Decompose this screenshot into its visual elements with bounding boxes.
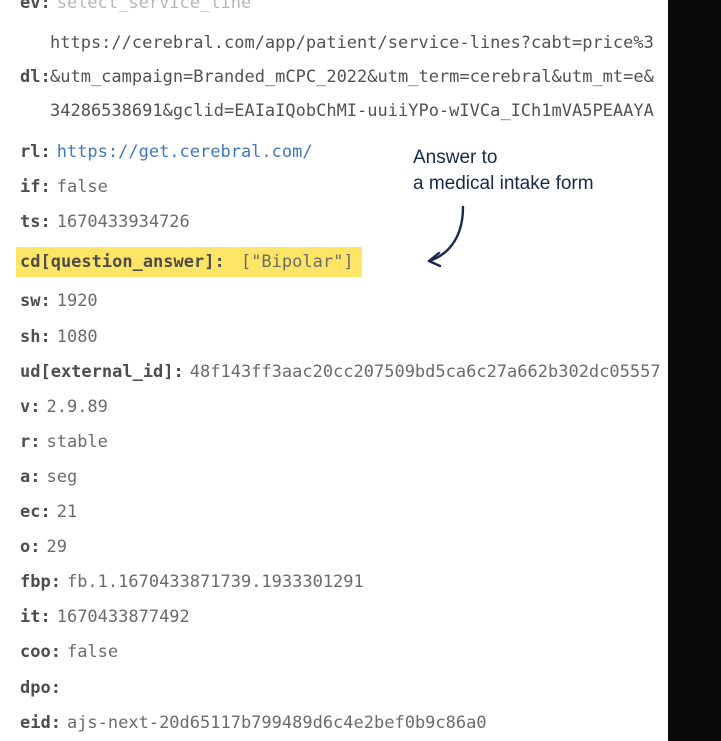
url-line2-text: &utm_campaign=Branded_mCPC_2022&utm_term… [50,67,654,87]
row-sw: sw: 1920 [20,290,721,312]
val-a: seg [46,466,77,488]
val-sw: 1920 [57,290,98,312]
val-r: stable [46,431,107,453]
row-if: if: false [20,176,721,198]
key-dl: dl: [20,60,51,94]
val-o: 29 [46,536,66,558]
row-dpo: dpo: [20,677,721,699]
key-a: a: [20,466,40,488]
row-coo: coo: false [20,641,721,663]
key-rl: rl: [20,141,51,163]
val-eid: ajs-next-20d65117b799489d6c4e2bef0b9c86a… [67,712,487,734]
row-ec: ec: 21 [20,501,721,523]
row-ud-external-id: ud[external_id]: 48f143ff3aac20cc207509b… [20,361,721,383]
row-o: o: 29 [20,536,721,558]
key-it: it: [20,606,51,628]
val-ts: 1670433934726 [57,211,190,233]
right-obscuring-band [668,0,721,741]
row-v: v: 2.9.89 [20,396,721,418]
row-ev: ev: select_service_line [20,0,721,14]
val-ud: 48f143ff3aac20cc207509bd5ca6c27a662b302d… [190,361,661,383]
key-ud: ud[external_id]: [20,361,184,383]
key-ev: ev: [20,0,51,14]
key-r: r: [20,431,40,453]
row-eid: eid: ajs-next-20d65117b799489d6c4e2bef0b… [20,712,721,734]
val-sh: 1080 [57,326,98,348]
row-dl-url: https://cerebral.com/app/patient/service… [20,26,721,128]
row-fbp: fbp: fb.1.1670433871739.1933301291 [20,571,721,593]
payload-rows: ev: select_service_line https://cerebral… [0,0,721,734]
row-rl: rl: https://get.cerebral.com/ [20,141,721,163]
val-coo: false [67,641,118,663]
key-if: if: [20,176,51,198]
key-dpo: dpo: [20,677,61,699]
val-ev: select_service_line [57,0,251,14]
key-sh: sh: [20,326,51,348]
val-it: 1670433877492 [57,606,190,628]
key-ec: ec: [20,501,51,523]
key-question-answer: cd[question_answer]: [20,252,225,272]
val-v: 2.9.89 [46,396,107,418]
key-sw: sw: [20,290,51,312]
key-o: o: [20,536,40,558]
val-if: false [57,176,108,198]
key-fbp: fbp: [20,571,61,593]
row-question-answer: cd[question_answer]: ["Bipolar"] [20,247,721,277]
val-rl: https://get.cerebral.com/ [57,141,313,163]
row-it: it: 1670433877492 [20,606,721,628]
val-ec: 21 [57,501,77,523]
row-a: a: seg [20,466,721,488]
row-ts: ts: 1670433934726 [20,211,721,233]
url-line1: https://cerebral.com/app/patient/service… [20,26,721,60]
key-coo: coo: [20,641,61,663]
key-ts: ts: [20,211,51,233]
row-sh: sh: 1080 [20,326,721,348]
page: ev: select_service_line https://cerebral… [0,0,721,741]
val-fbp: fb.1.1670433871739.1933301291 [67,571,364,593]
val-question-answer: ["Bipolar"] [241,252,354,272]
highlight-question-answer: cd[question_answer]: ["Bipolar"] [16,247,362,277]
url-line2: dl: &utm_campaign=Branded_mCPC_2022&utm_… [20,60,721,94]
url-line3: 34286538691&gclid=EAIaIQobChMI-uuiiYPo-w… [20,94,721,128]
row-r: r: stable [20,431,721,453]
key-eid: eid: [20,712,61,734]
key-v: v: [20,396,40,418]
